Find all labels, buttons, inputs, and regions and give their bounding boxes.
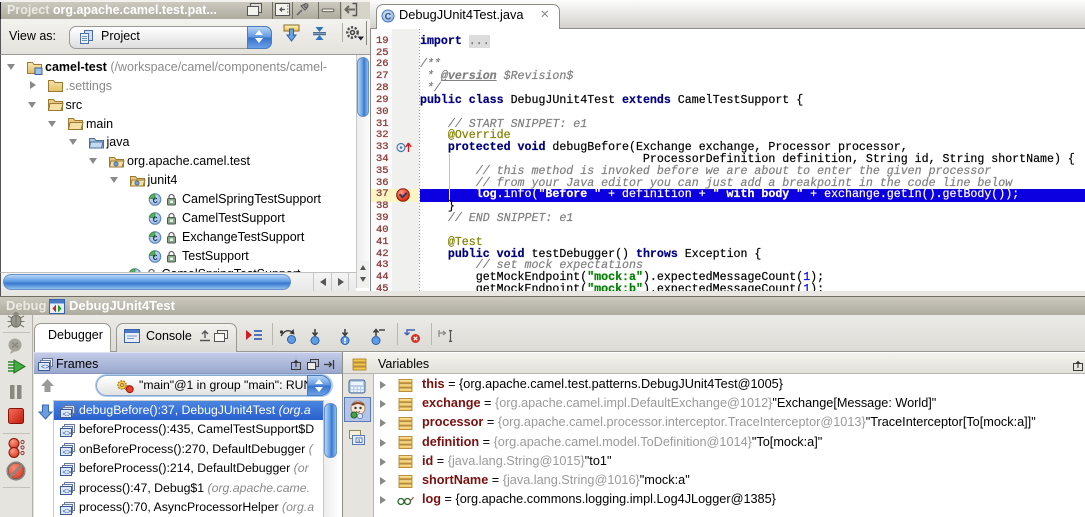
svg-text:<>: <> bbox=[62, 469, 72, 477]
svg-text:C: C bbox=[153, 233, 158, 243]
svg-text:<>: <> bbox=[62, 508, 72, 516]
svg-text:C: C bbox=[153, 215, 158, 225]
svg-text:<>: <> bbox=[62, 411, 72, 419]
svg-text:<>: <> bbox=[62, 430, 72, 438]
svg-text:<>: <> bbox=[62, 488, 72, 496]
svg-text:C: C bbox=[153, 196, 158, 206]
svg-text:C: C bbox=[153, 252, 158, 262]
svg-text:<>: <> bbox=[62, 450, 72, 458]
svg-text:<>: <> bbox=[41, 364, 49, 371]
